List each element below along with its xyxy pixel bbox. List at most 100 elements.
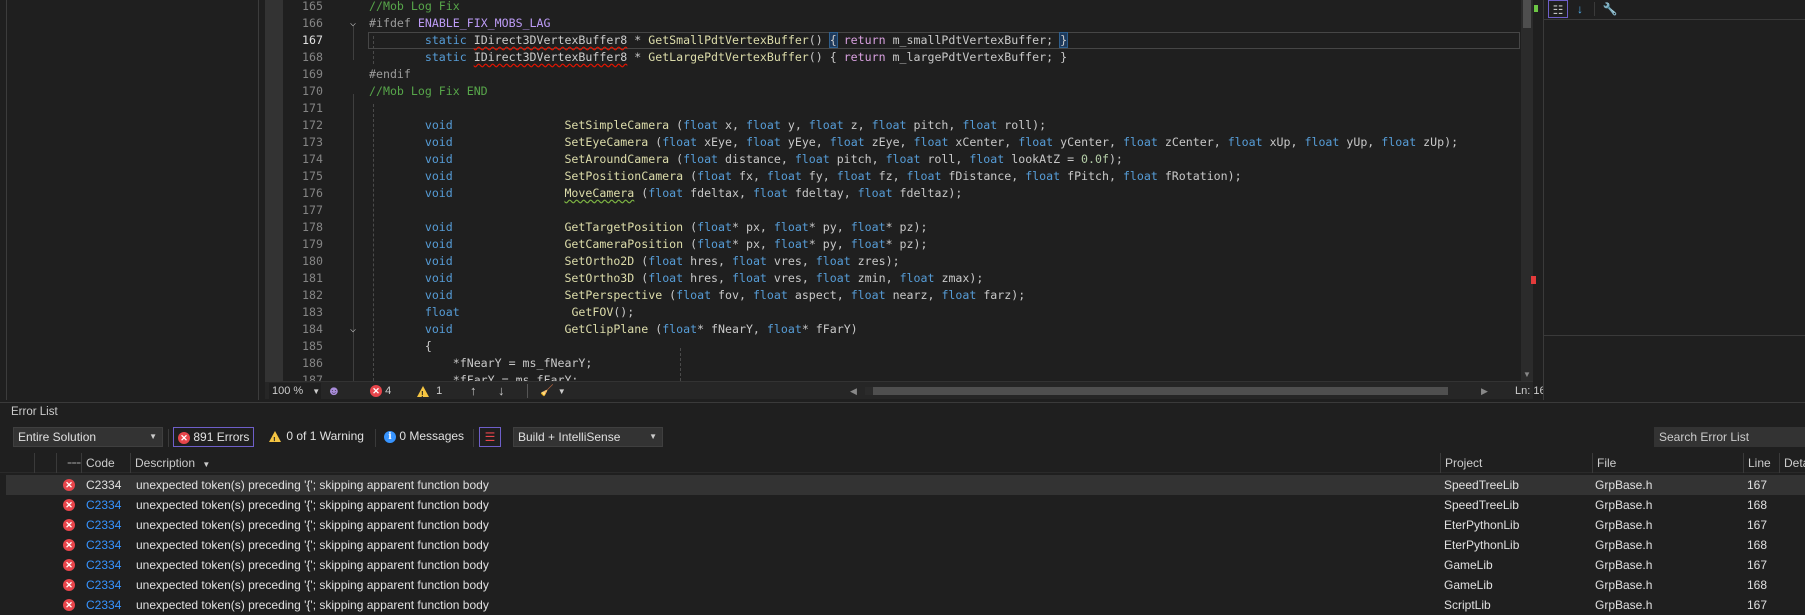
code-token: float [1381, 135, 1417, 149]
error-icon: ✕ [63, 499, 75, 511]
error-code[interactable]: C2334 [86, 575, 121, 595]
code-token: zmin, [850, 271, 900, 285]
error-marker[interactable] [1531, 276, 1536, 284]
code-line[interactable]: 176 void MoveCamera (float fdeltax, floa… [283, 185, 1528, 202]
fold-chevron-icon[interactable]: ⌵ [350, 15, 356, 32]
code-line[interactable]: 187 *fFarY = ms_fFarY; [283, 372, 1528, 381]
code-line[interactable]: 181 void SetOrtho3D (float hres, float v… [283, 270, 1528, 287]
code-line[interactable]: 185 { [283, 338, 1528, 355]
code-token: * fNearY, [697, 322, 767, 336]
code-line[interactable]: 178 void GetTargetPosition (float* px, f… [283, 219, 1528, 236]
zoom-dropdown[interactable]: 100 % ▼ [269, 383, 321, 400]
code-line[interactable]: 182 void SetPerspective (float fov, floa… [283, 287, 1528, 304]
error-code[interactable]: C2334 [86, 495, 121, 515]
warnings-filter-button[interactable]: 0 of 1 Warning [265, 427, 368, 450]
error-code[interactable]: C2334 [86, 535, 121, 555]
column-header-details[interactable]: Deta [1779, 453, 1805, 473]
code-token: return [843, 33, 886, 47]
copilot-icon[interactable]: ☻ [327, 383, 341, 399]
error-row[interactable]: ✕ C2334 unexpected token(s) preceding '{';… [6, 595, 1805, 615]
scrollbar-thumb[interactable] [1523, 0, 1531, 28]
code-token: zUp); [1416, 135, 1459, 149]
error-list-header: ⩶ Code Description ▼ Project File Line D… [0, 453, 1805, 473]
column-filter-icon[interactable]: ⩶ [56, 453, 81, 473]
search-error-list-input[interactable]: Search Error List [1654, 427, 1805, 447]
code-token: float [850, 220, 886, 234]
code-cleanup-icon[interactable]: 🧹 ▼ [540, 383, 566, 400]
line-number: 177 [302, 203, 323, 217]
error-row[interactable]: ✕ C2334 unexpected token(s) preceding '{';… [6, 515, 1805, 535]
error-description: unexpected token(s) preceding '{'; skipp… [136, 558, 489, 572]
code-line[interactable]: 183 float GetFOV(); [283, 304, 1528, 321]
code-line[interactable]: 170 //Mob Log Fix END [283, 83, 1528, 100]
line-number: 182 [302, 288, 323, 302]
code-line[interactable]: 175 void SetPositionCamera (float fx, fl… [283, 168, 1528, 185]
column-header-file[interactable]: File [1592, 453, 1743, 473]
scroll-right-icon[interactable]: ▶ [1481, 383, 1488, 399]
editor-vertical-scrollbar[interactable]: ▼ [1521, 0, 1538, 381]
code-token: hres, [683, 254, 733, 268]
fold-chevron-icon[interactable]: ⌵ [350, 321, 356, 338]
error-code[interactable]: C2334 [86, 595, 121, 615]
code-line[interactable]: 174 void SetAroundCamera (float distance… [283, 151, 1528, 168]
code-token: float [899, 271, 935, 285]
code-line[interactable]: 168 static IDirect3DVertexBuffer8 * GetL… [283, 49, 1528, 66]
error-description: unexpected token(s) preceding '{'; skipp… [136, 538, 489, 552]
code-line[interactable]: 169 #endif [283, 66, 1528, 83]
code-line[interactable]: 180 void SetOrtho2D (float hres, float v… [283, 253, 1528, 270]
code-line[interactable]: 165 //Mob Log Fix [283, 0, 1528, 15]
code-token: ( [634, 254, 649, 268]
column-header-line[interactable]: Line [1743, 453, 1779, 473]
error-row[interactable]: ✕ C2334 unexpected token(s) preceding '{';… [6, 575, 1805, 595]
column-header-code[interactable]: Code [81, 453, 129, 473]
code-text: void SetPerspective (float fov, float as… [369, 287, 1025, 304]
code-line[interactable]: 172 void SetSimpleCamera (float x, float… [283, 117, 1528, 134]
wrench-icon[interactable]: 🔧 [1600, 0, 1620, 18]
error-row[interactable]: ✕ C2334 unexpected token(s) preceding '{';… [6, 475, 1805, 495]
warning-count[interactable]: 1 [417, 383, 442, 403]
code-token: void [424, 237, 453, 251]
errors-filter-button[interactable]: ✕ 891 Errors [173, 427, 255, 447]
error-code[interactable]: C2334 [86, 555, 121, 575]
code-line[interactable]: 171 [283, 100, 1528, 117]
code-line[interactable]: 186 *fNearY = ms_fNearY; [283, 355, 1528, 372]
code-token: #ifdef [369, 16, 418, 30]
code-token: *fFarY = ms_fFarY; [369, 373, 579, 381]
messages-filter-button[interactable]: i 0 Messages [380, 427, 468, 447]
scroll-down-icon[interactable]: ▼ [1523, 370, 1531, 379]
next-issue-icon[interactable]: ↓ [498, 383, 505, 399]
error-count[interactable]: ✕ 4 [370, 383, 391, 399]
code-token: float [1025, 169, 1061, 183]
code-token: ( [683, 237, 698, 251]
code-editor[interactable]: 165 //Mob Log Fix 166 ⌵ #ifdef ENABLE_FIX_MO… [283, 0, 1528, 381]
column-header-description[interactable]: Description ▼ [130, 453, 1440, 473]
code-line[interactable]: 173 void SetEyeCamera (float xEye, float… [283, 134, 1528, 151]
editor-horizontal-scrollbar[interactable] [865, 387, 1448, 395]
error-row[interactable]: ✕ C2334 unexpected token(s) preceding '{';… [6, 495, 1805, 515]
code-line[interactable]: 167 static IDirect3DVertexBuffer8 * GetS… [283, 32, 1528, 49]
code-line[interactable]: 179 void GetCameraPosition (float* px, f… [283, 236, 1528, 253]
line-number: 176 [302, 186, 323, 200]
code-token: fdeltay, [787, 186, 858, 200]
code-line[interactable]: 177 [283, 202, 1528, 219]
code-token: float [662, 322, 698, 336]
error-code[interactable]: C2334 [86, 475, 121, 495]
code-line[interactable]: 166 ⌵ #ifdef ENABLE_FIX_MOBS_LAG [283, 15, 1528, 32]
previous-issue-icon[interactable]: ↑ [470, 383, 477, 399]
code-token: xEye, [697, 135, 746, 149]
scrollbar-thumb[interactable] [873, 387, 1448, 395]
error-code[interactable]: C2334 [86, 515, 121, 535]
scroll-left-icon[interactable]: ◀ [850, 383, 857, 399]
filter-current-document-button[interactable]: ☰ [479, 427, 501, 447]
sort-alphabetical-icon[interactable]: ↓ [1570, 0, 1590, 18]
column-header-project[interactable]: Project [1440, 453, 1592, 473]
code-line[interactable]: 184 ⌵ void GetClipPlane (float* fNearY, f… [283, 321, 1528, 338]
source-dropdown[interactable]: Build + IntelliSense ▼ [513, 427, 663, 447]
error-row[interactable]: ✕ C2334 unexpected token(s) preceding '{';… [6, 535, 1805, 555]
error-description: unexpected token(s) preceding '{'; skipp… [136, 498, 489, 512]
code-token: float [732, 254, 767, 268]
scope-dropdown[interactable]: Entire Solution ▼ [13, 427, 163, 447]
error-row[interactable]: ✕ C2334 unexpected token(s) preceding '{';… [6, 555, 1805, 575]
categorized-icon[interactable]: ☷ [1548, 0, 1568, 18]
